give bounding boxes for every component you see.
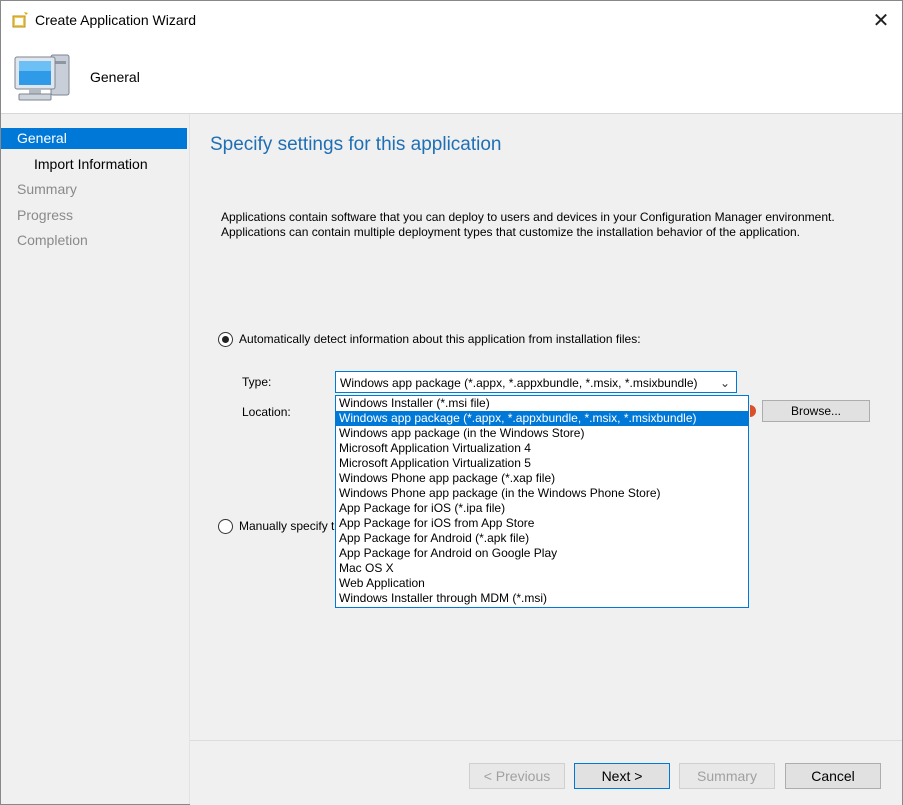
- location-field[interactable]: [744, 400, 756, 422]
- auto-detect-radio[interactable]: [218, 332, 233, 347]
- nav-item-label: Progress: [17, 207, 74, 223]
- nav-item-progress[interactable]: Progress: [1, 205, 187, 226]
- nav-item-import-information[interactable]: Import Information: [1, 154, 187, 175]
- header-title: General: [90, 69, 140, 85]
- nav-item-general[interactable]: General: [1, 128, 187, 149]
- dropdown-option[interactable]: Windows Installer (*.msi file): [336, 396, 748, 411]
- nav-item-summary[interactable]: Summary: [1, 179, 187, 200]
- computer-icon: [14, 54, 70, 101]
- intro-text: Applications contain software that you c…: [221, 210, 886, 240]
- type-select[interactable]: Windows app package (*.appx, *.appxbundl…: [335, 371, 737, 393]
- cancel-button[interactable]: Cancel: [785, 763, 881, 789]
- page-title: Specify settings for this application: [210, 134, 502, 155]
- title-bar: Create Application Wizard ✕: [1, 1, 902, 39]
- close-button[interactable]: ✕: [864, 5, 898, 35]
- close-icon: ✕: [872, 9, 890, 32]
- dropdown-option[interactable]: Windows app package (in the Windows Stor…: [336, 426, 748, 441]
- chevron-down-icon: ⌄: [719, 376, 730, 390]
- manual-radio[interactable]: [218, 519, 233, 534]
- dropdown-option[interactable]: Mac OS X: [336, 561, 748, 576]
- type-label: Type:: [242, 375, 272, 389]
- wizard-nav: General Import Information Summary Progr…: [1, 114, 190, 804]
- location-label: Location:: [242, 405, 291, 419]
- dropdown-option[interactable]: App Package for iOS (*.ipa file): [336, 501, 748, 516]
- nav-item-label: Import Information: [34, 156, 148, 172]
- nav-item-label: General: [17, 130, 67, 146]
- nav-item-label: Summary: [17, 181, 77, 197]
- dropdown-option[interactable]: Windows Installer through MDM (*.msi): [336, 591, 748, 606]
- nav-item-label: Completion: [17, 232, 88, 248]
- next-button[interactable]: Next >: [574, 763, 670, 789]
- dropdown-option[interactable]: App Package for Android on Google Play: [336, 546, 748, 561]
- dropdown-option[interactable]: Microsoft Application Virtualization 5: [336, 456, 748, 471]
- dropdown-option[interactable]: Windows Phone app package (*.xap file): [336, 471, 748, 486]
- wizard-content: Specify settings for this application Ap…: [190, 114, 902, 740]
- intro-line-2: Applications can contain multiple deploy…: [221, 225, 801, 239]
- wizard-footer: < Previous Next > Summary Cancel: [190, 740, 902, 805]
- intro-line-1: Applications contain software that you c…: [221, 210, 835, 224]
- type-select-value: Windows app package (*.appx, *.appxbundl…: [340, 376, 698, 390]
- window-title: Create Application Wizard: [35, 12, 197, 28]
- dropdown-option[interactable]: App Package for iOS from App Store: [336, 516, 748, 531]
- wizard-header: General: [1, 39, 902, 114]
- dropdown-option[interactable]: Web Application: [336, 576, 748, 591]
- nav-item-completion[interactable]: Completion: [1, 230, 187, 251]
- browse-button[interactable]: Browse...: [762, 400, 870, 422]
- summary-button[interactable]: Summary: [679, 763, 775, 789]
- dropdown-option[interactable]: Windows Phone app package (in the Window…: [336, 486, 748, 501]
- previous-button[interactable]: < Previous: [469, 763, 565, 789]
- dropdown-option[interactable]: Windows app package (*.appx, *.appxbundl…: [336, 411, 748, 426]
- wizard-app-icon: [12, 12, 28, 28]
- auto-detect-label[interactable]: Automatically detect information about t…: [239, 332, 641, 346]
- dropdown-option[interactable]: App Package for Android (*.apk file): [336, 531, 748, 546]
- wizard-window: Create Application Wizard ✕ General Gene…: [0, 0, 903, 805]
- dropdown-option[interactable]: Microsoft Application Virtualization 4: [336, 441, 748, 456]
- manual-label[interactable]: Manually specify t: [239, 519, 334, 533]
- type-dropdown-list: Windows Installer (*.msi file) Windows ap…: [335, 395, 749, 608]
- validation-error-icon: [744, 405, 756, 417]
